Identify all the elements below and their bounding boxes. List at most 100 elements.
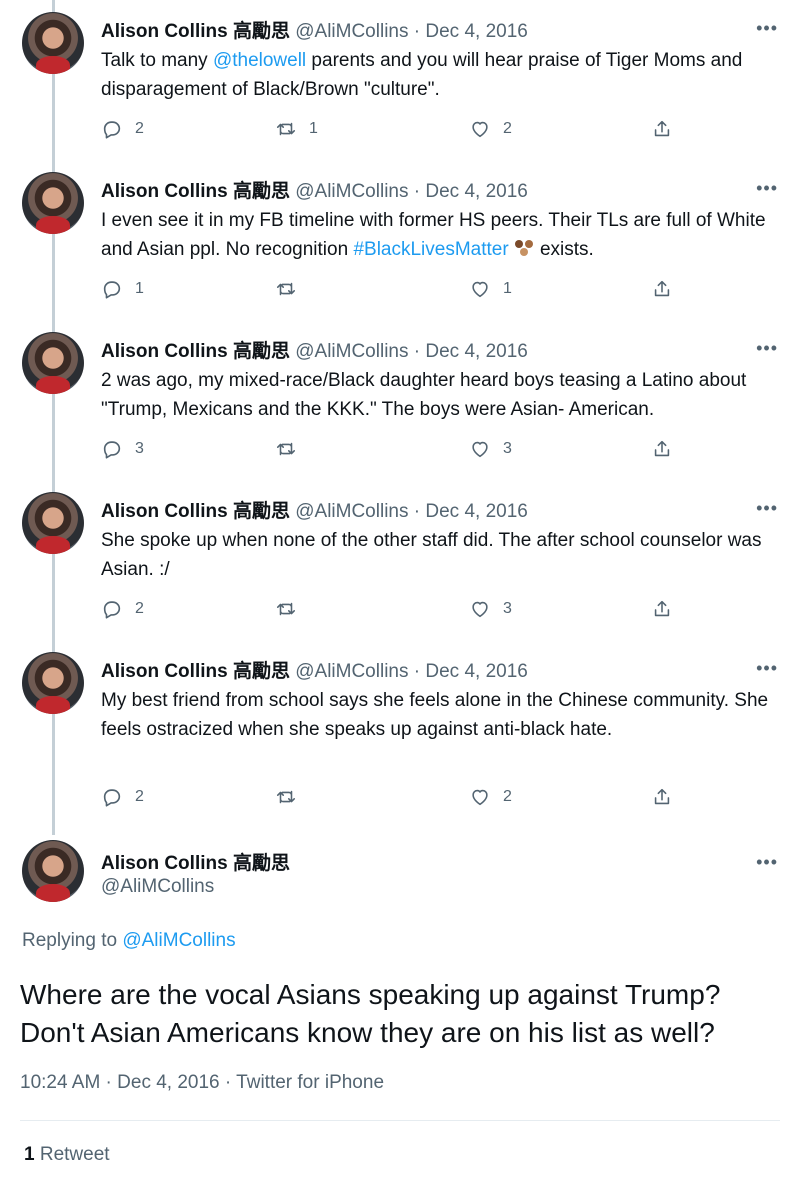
reply-button[interactable]: 3 — [101, 438, 144, 460]
retweet-button[interactable] — [275, 786, 309, 808]
like-count: 3 — [503, 600, 512, 617]
reply-icon — [103, 601, 121, 619]
more-options-icon[interactable]: ••• — [756, 338, 778, 359]
heart-icon — [472, 121, 488, 138]
tweet-text-part: Talk to many — [101, 50, 213, 71]
retweet-button[interactable] — [275, 598, 309, 620]
hashtag-link[interactable]: #BlackLivesMatter — [353, 239, 508, 260]
more-options-icon[interactable]: ••• — [756, 658, 778, 679]
tweet-meta[interactable]: 10:24 AM · Dec 4, 2016 · Twitter for iPh… — [20, 1072, 384, 1094]
retweet-button[interactable]: 1 — [275, 118, 318, 140]
reply-button[interactable]: 1 — [101, 278, 144, 300]
thread-tweet-2[interactable]: Alison Collins 高勵思 @AliMCollins · Dec 4,… — [0, 172, 800, 322]
replying-to: Replying to @AliMCollins — [22, 930, 236, 952]
reply-count: 3 — [135, 440, 144, 457]
tweet-text-part: exists. — [534, 239, 594, 260]
share-button[interactable] — [651, 278, 673, 300]
tweet-header: Alison Collins 高勵思 @AliMCollins · Dec 4,… — [101, 500, 528, 524]
reply-icon — [103, 121, 121, 139]
tweet-header: Alison Collins 高勵思 @AliMCollins · Dec 4,… — [101, 20, 528, 44]
main-author-name[interactable]: Alison Collins 高勵思 — [101, 848, 290, 875]
retweet-label: Retweet — [34, 1144, 110, 1165]
replying-prefix: Replying to — [22, 930, 123, 951]
author-handle[interactable]: @AliMCollins — [295, 21, 408, 42]
retweet-icon — [276, 790, 296, 804]
tweet-header: Alison Collins 高勵思 @AliMCollins · Dec 4,… — [101, 180, 528, 204]
thread-tweet-1[interactable]: Alison Collins 高勵思 @AliMCollins · Dec 4,… — [0, 12, 800, 162]
author-name[interactable]: Alison Collins 高勵思 — [101, 181, 290, 202]
thread-tweet-5[interactable]: Alison Collins 高勵思 @AliMCollins · Dec 4,… — [0, 652, 800, 822]
author-handle[interactable]: @AliMCollins — [295, 181, 408, 202]
retweet-stats[interactable]: 1 Retweet — [24, 1144, 110, 1166]
more-options-icon[interactable]: ••• — [756, 498, 778, 519]
author-name[interactable]: Alison Collins 高勵思 — [101, 501, 290, 522]
main-tweet-text: Where are the vocal Asians speaking up a… — [20, 979, 721, 1048]
more-options-icon[interactable]: ••• — [756, 852, 778, 873]
share-icon — [654, 600, 670, 617]
reply-icon — [103, 441, 121, 459]
avatar[interactable] — [22, 332, 84, 394]
heart-icon — [472, 441, 488, 458]
share-button[interactable] — [651, 786, 673, 808]
avatar[interactable] — [22, 492, 84, 554]
author-name[interactable]: Alison Collins 高勵思 — [101, 21, 290, 42]
share-icon — [654, 280, 670, 297]
tweet-date[interactable]: Dec 4, 2016 — [425, 341, 527, 362]
tweet-text: I even see it in my FB timeline with for… — [101, 206, 781, 264]
heart-icon — [472, 601, 488, 618]
divider — [20, 1120, 780, 1121]
author-name[interactable]: Alison Collins 高勵思 — [101, 341, 290, 362]
tweet-text: My best friend from school says she feel… — [101, 690, 769, 740]
author-name[interactable]: Alison Collins 高勵思 — [101, 661, 290, 682]
main-author-handle[interactable]: @AliMCollins — [101, 876, 214, 898]
tweet-actions: 2 2 — [101, 786, 681, 812]
reply-button[interactable]: 2 — [101, 598, 144, 620]
tweet-actions: 3 3 — [101, 438, 681, 464]
retweet-button[interactable] — [275, 438, 309, 460]
like-button[interactable]: 2 — [469, 118, 512, 140]
retweet-icon — [276, 282, 296, 296]
share-button[interactable] — [651, 438, 673, 460]
heart-icon — [472, 281, 488, 298]
like-button[interactable]: 3 — [469, 598, 512, 620]
retweet-icon — [276, 602, 296, 616]
main-avatar[interactable] — [22, 840, 84, 902]
tweet-date[interactable]: Dec 4, 2016 — [425, 501, 527, 522]
retweet-icon — [276, 122, 296, 136]
share-button[interactable] — [651, 598, 673, 620]
thread-tweet-4[interactable]: Alison Collins 高勵思 @AliMCollins · Dec 4,… — [0, 492, 800, 642]
avatar[interactable] — [22, 172, 84, 234]
author-handle[interactable]: @AliMCollins — [295, 341, 408, 362]
avatar[interactable] — [22, 12, 84, 74]
separator: · — [413, 661, 421, 682]
reply-button[interactable]: 2 — [101, 118, 144, 140]
tweet-date[interactable]: Dec 4, 2016 — [425, 661, 527, 682]
separator: · — [413, 181, 421, 202]
like-count: 3 — [503, 440, 512, 457]
like-button[interactable]: 3 — [469, 438, 512, 460]
hashtag-emoji-icon — [513, 238, 535, 258]
thread-tweet-3[interactable]: Alison Collins 高勵思 @AliMCollins · Dec 4,… — [0, 332, 800, 482]
replying-handle-link[interactable]: @AliMCollins — [122, 930, 235, 951]
more-options-icon[interactable]: ••• — [756, 178, 778, 199]
like-button[interactable]: 2 — [469, 786, 512, 808]
reply-button[interactable]: 2 — [101, 786, 144, 808]
like-count: 2 — [503, 120, 512, 137]
like-count: 1 — [503, 280, 512, 297]
retweet-icon — [276, 442, 296, 456]
share-button[interactable] — [651, 118, 673, 140]
reply-count: 2 — [135, 788, 144, 805]
tweet-date[interactable]: Dec 4, 2016 — [425, 181, 527, 202]
reply-icon — [103, 281, 121, 299]
more-options-icon[interactable]: ••• — [756, 18, 778, 39]
author-handle[interactable]: @AliMCollins — [295, 661, 408, 682]
retweet-button[interactable] — [275, 278, 309, 300]
retweet-count: 1 — [309, 120, 318, 137]
share-icon — [654, 440, 670, 457]
mention-link[interactable]: @thelowell — [213, 50, 306, 71]
author-handle[interactable]: @AliMCollins — [295, 501, 408, 522]
like-button[interactable]: 1 — [469, 278, 512, 300]
tweet-header: Alison Collins 高勵思 @AliMCollins · Dec 4,… — [101, 340, 528, 364]
avatar[interactable] — [22, 652, 84, 714]
tweet-date[interactable]: Dec 4, 2016 — [425, 21, 527, 42]
